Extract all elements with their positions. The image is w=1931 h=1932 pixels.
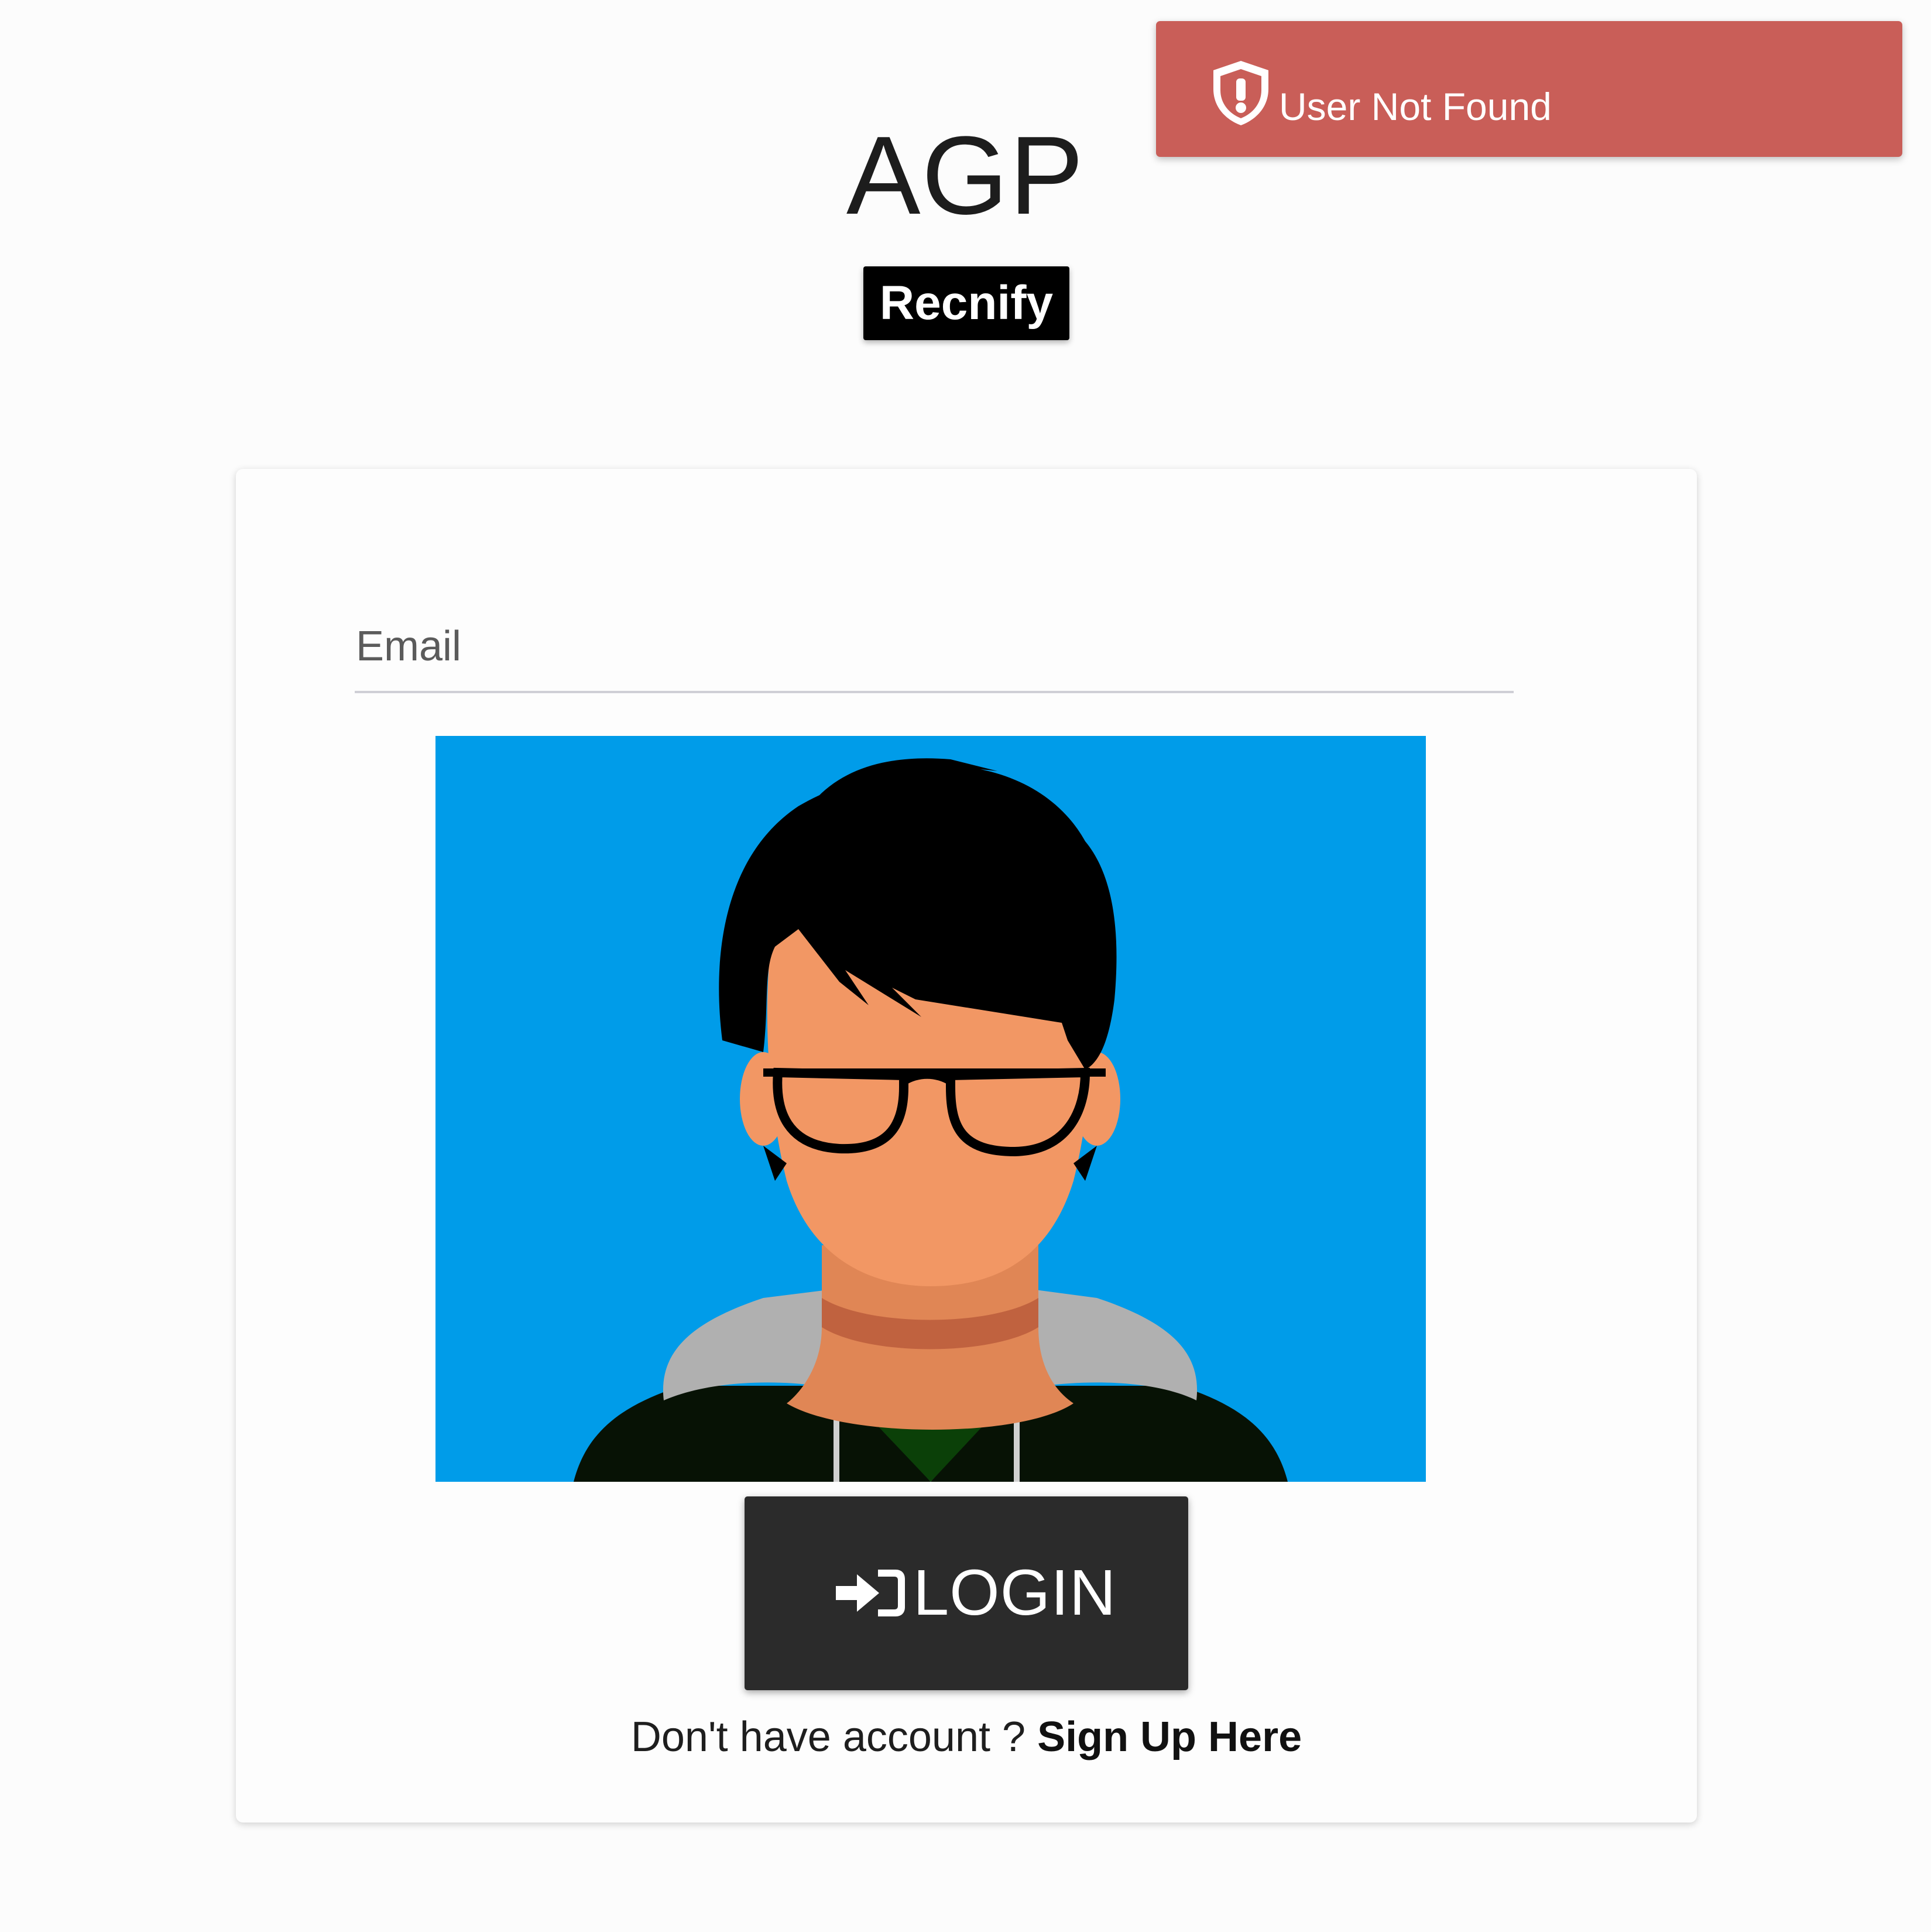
email-input[interactable] [355, 609, 1516, 692]
login-button[interactable]: LOGIN [745, 1496, 1188, 1690]
brand-badge: Recnify [863, 266, 1069, 340]
sign-in-icon [834, 1564, 910, 1622]
signup-link[interactable]: Sign Up Here [1037, 1714, 1302, 1760]
login-label: LOGIN [913, 1557, 1117, 1629]
login-card: Email LOGIN Don't have account ? Sign Up… [236, 469, 1697, 1823]
signup-prompt: Don't have account ? [630, 1714, 1026, 1760]
signup-row: Don't have account ? Sign Up Here [236, 1713, 1697, 1761]
app-title: AGP [846, 114, 1085, 238]
email-underline [355, 691, 1514, 693]
avatar-image [435, 736, 1426, 1482]
